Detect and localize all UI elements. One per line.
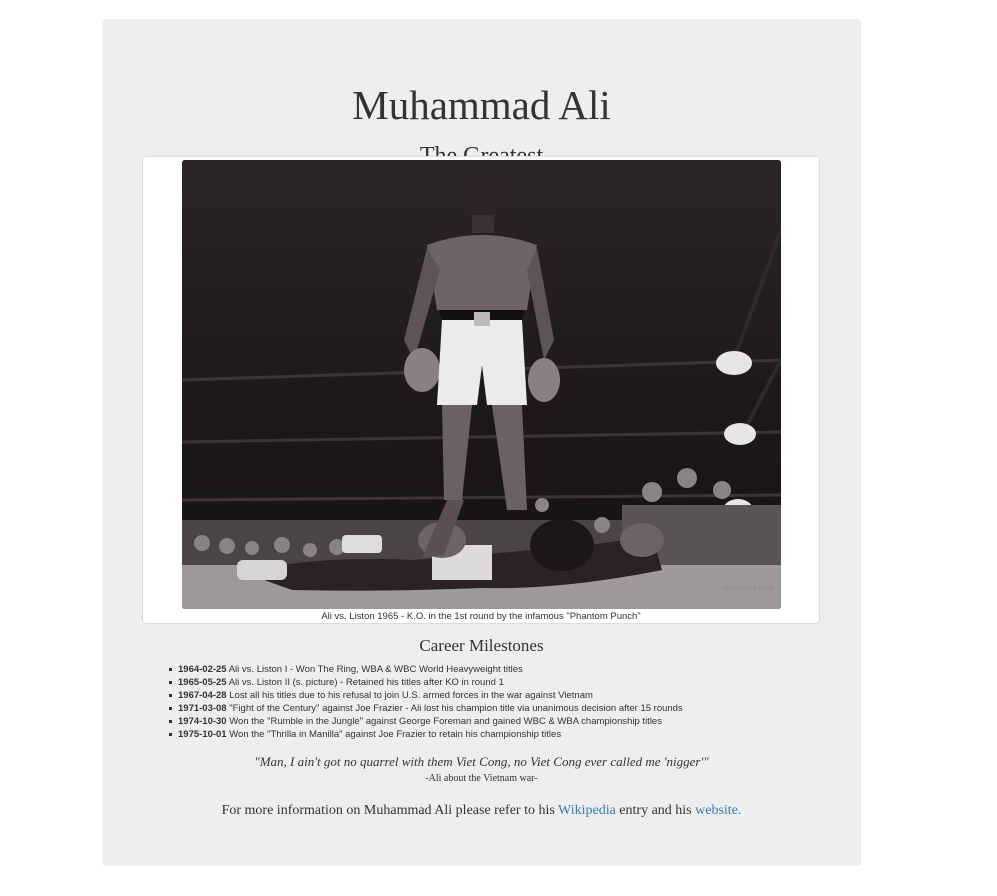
milestones-title: Career Milestones <box>419 636 544 655</box>
more-info-prefix: For more information on Muhammad Ali ple… <box>221 803 559 818</box>
milestone-text: Ali vs. Liston II (s. picture) - Retaine… <box>226 677 504 688</box>
milestone-text: Lost all his titles due to his refusal t… <box>226 690 593 701</box>
list-item: 1974-10-30 Won the "Rumble in the Jungle… <box>169 715 683 728</box>
list-item: 1975-10-01 Won the "Thrilla in Manilla" … <box>169 728 683 741</box>
milestone-date: 1964-02-25 <box>178 664 227 675</box>
more-info-middle: entry and his <box>615 803 696 818</box>
milestone-date: 1967-04-28 <box>178 690 227 701</box>
list-item: 1965-05-25 Ali vs. Liston II (s. picture… <box>169 676 683 689</box>
wikipedia-link[interactable]: Wikipedia <box>558 803 616 818</box>
quote-text: "Man, I ain't got no quarrel with them V… <box>254 754 709 769</box>
list-item: 1967-04-28 Lost all his titles due to hi… <box>169 689 683 702</box>
image-thumbnail: allposters.com Ali vs. Liston 1965 - K.O… <box>142 156 820 624</box>
list-item: 1964-02-25 Ali vs. Liston I - Won The Ri… <box>169 663 683 676</box>
quote-author: -Ali about the Vietnam war- <box>425 773 538 784</box>
main-well: Muhammad Ali The Greatest <box>102 19 861 866</box>
milestone-date: 1974-10-30 <box>178 716 227 727</box>
milestone-text: Ali vs. Liston I - Won The Ring, WBA & W… <box>226 664 523 675</box>
milestone-date: 1971-03-08 <box>178 703 227 714</box>
page-title: Muhammad Ali <box>352 82 611 128</box>
milestone-date: 1975-10-01 <box>178 729 227 740</box>
milestone-date: 1965-05-25 <box>178 677 227 688</box>
more-info-paragraph: For more information on Muhammad Ali ple… <box>102 803 861 819</box>
website-link[interactable]: website. <box>695 803 741 818</box>
milestones-list: 1964-02-25 Ali vs. Liston I - Won The Ri… <box>169 663 683 741</box>
ali-liston-photo: allposters.com <box>182 160 781 609</box>
photo-caption: Ali vs. Liston 1965 - K.O. in the 1st ro… <box>321 611 641 622</box>
milestone-text: Won the "Rumble in the Jungle" against G… <box>226 716 662 727</box>
milestone-text: "Fight of the Century" against Joe Frazi… <box>226 703 683 714</box>
photo-watermark: allposters.com <box>722 583 774 592</box>
milestone-text: Won the "Thrilla in Manilla" against Joe… <box>226 729 562 740</box>
photo-illustration: allposters.com <box>182 160 781 609</box>
list-item: 1971-03-08 "Fight of the Century" agains… <box>169 702 683 715</box>
